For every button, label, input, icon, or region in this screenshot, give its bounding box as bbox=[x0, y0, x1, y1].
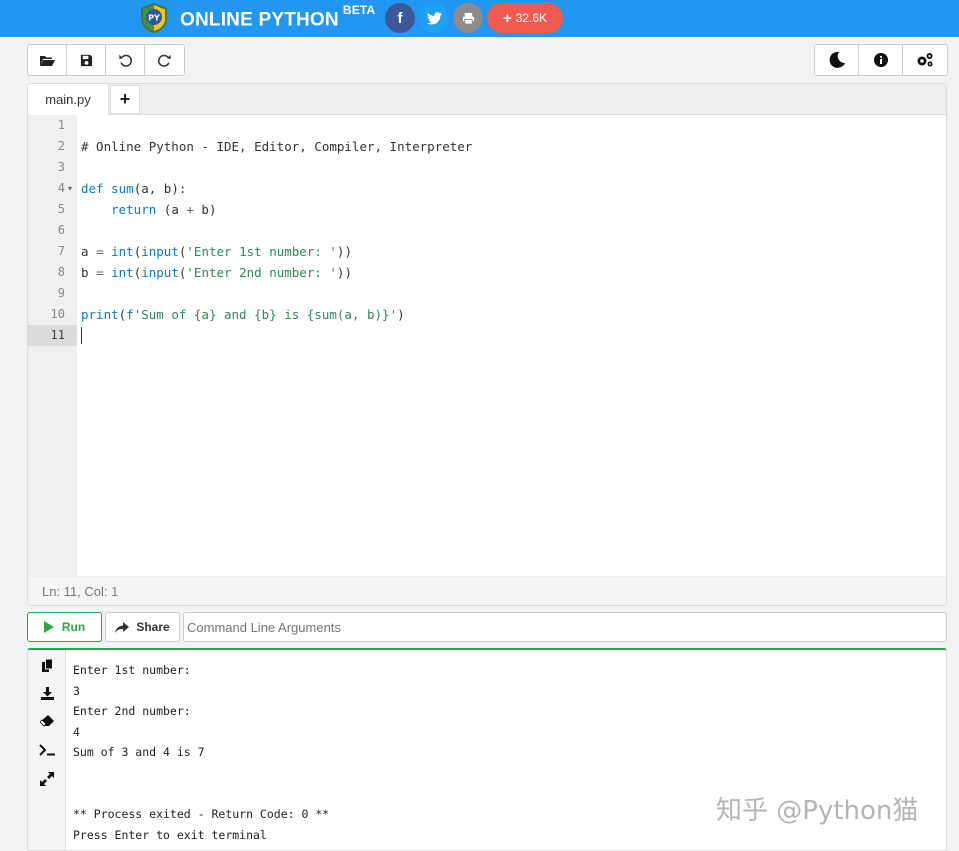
terminal-icon bbox=[39, 744, 55, 756]
fold-arrow-icon[interactable]: ▾ bbox=[68, 178, 72, 199]
download-icon bbox=[41, 687, 54, 700]
terminal-toolbar bbox=[28, 650, 66, 850]
run-button[interactable]: Run bbox=[27, 612, 102, 642]
share-arrow-icon bbox=[115, 622, 129, 633]
add-tab-button[interactable]: + bbox=[110, 85, 140, 114]
terminal-mode-button[interactable] bbox=[28, 738, 66, 762]
expand-terminal-button[interactable] bbox=[28, 767, 66, 791]
code-line[interactable]: b = int(input('Enter 2nd number: ')) bbox=[81, 262, 352, 283]
tab-bar: main.py + bbox=[28, 84, 946, 115]
svg-text:PY: PY bbox=[148, 14, 160, 23]
line-number: 4 bbox=[27, 178, 65, 199]
print-icon bbox=[462, 12, 475, 25]
clear-output-button[interactable] bbox=[28, 709, 66, 733]
share-count: 32.6K bbox=[516, 11, 547, 25]
eraser-icon bbox=[40, 715, 54, 727]
cursor-status: Ln: 11, Col: 1 bbox=[28, 576, 946, 605]
run-label: Run bbox=[62, 620, 85, 634]
output-line: Sum of 3 and 4 is 7 bbox=[73, 742, 205, 762]
output-line: ** Process exited - Return Code: 0 ** bbox=[73, 804, 329, 824]
save-button[interactable] bbox=[67, 45, 106, 75]
info-icon bbox=[874, 53, 888, 67]
output-line: 4 bbox=[73, 722, 80, 742]
top-bar: PY ONLINE PYTHONBETA f + 32.6K bbox=[0, 0, 959, 37]
brand-name: ONLINE PYTHON bbox=[180, 9, 339, 30]
copy-output-button[interactable] bbox=[28, 653, 66, 677]
line-number: 2 bbox=[27, 136, 65, 157]
file-toolbar bbox=[27, 44, 185, 76]
output-line: 3 bbox=[73, 681, 80, 701]
line-number: 9 bbox=[27, 283, 65, 304]
code-line[interactable]: a = int(input('Enter 1st number: ')) bbox=[81, 241, 352, 262]
info-button[interactable] bbox=[859, 45, 903, 75]
folder-open-icon bbox=[39, 54, 55, 67]
print-button[interactable] bbox=[453, 3, 483, 33]
tab-main-py[interactable]: main.py bbox=[28, 84, 109, 115]
download-output-button[interactable] bbox=[28, 681, 66, 705]
line-number: 3 bbox=[27, 157, 65, 178]
open-file-button[interactable] bbox=[28, 45, 67, 75]
output-line: Enter 2nd number: bbox=[73, 701, 191, 721]
line-number-active: 11 bbox=[28, 325, 77, 346]
line-number: 10 bbox=[27, 304, 65, 325]
code-line[interactable]: print(f'Sum of {a} and {b} is {sum(a, b)… bbox=[81, 304, 405, 325]
twitter-icon bbox=[427, 12, 442, 25]
save-icon bbox=[80, 54, 93, 67]
code-editor[interactable]: main.py + 1 2 3 4 ▾ 5 6 7 8 9 10 11 # On… bbox=[27, 83, 947, 606]
code-line[interactable]: def sum(a, b): bbox=[81, 178, 186, 199]
command-line-arguments-input[interactable] bbox=[183, 612, 947, 642]
line-number: 6 bbox=[27, 220, 65, 241]
undo-icon bbox=[118, 53, 133, 67]
code-line[interactable]: return (a + b) bbox=[81, 199, 216, 220]
line-number-gutter: 1 2 3 4 ▾ 5 6 7 8 9 10 11 bbox=[28, 115, 77, 578]
share-label: Share bbox=[136, 620, 169, 634]
output-line: Enter 1st number: bbox=[73, 660, 191, 680]
redo-button[interactable] bbox=[145, 45, 184, 75]
play-icon bbox=[44, 621, 54, 633]
output-line: Press Enter to exit terminal bbox=[73, 825, 267, 845]
expand-icon bbox=[40, 772, 54, 786]
text-cursor bbox=[81, 327, 82, 344]
line-number: 5 bbox=[27, 199, 65, 220]
code-line[interactable]: # Online Python - IDE, Editor, Compiler,… bbox=[81, 136, 472, 157]
line-number: 8 bbox=[27, 262, 65, 283]
twitter-share-button[interactable] bbox=[419, 3, 449, 33]
share-button[interactable]: Share bbox=[105, 612, 180, 642]
undo-button[interactable] bbox=[106, 45, 145, 75]
line-number: 1 bbox=[27, 115, 65, 136]
python-logo-icon[interactable]: PY bbox=[137, 1, 171, 35]
brand-title[interactable]: ONLINE PYTHONBETA bbox=[180, 7, 375, 31]
moon-icon bbox=[828, 51, 846, 69]
dark-mode-button[interactable] bbox=[815, 45, 859, 75]
facebook-icon: f bbox=[398, 10, 403, 27]
watermark: 知乎 @Python猫 bbox=[716, 790, 918, 827]
line-number: 7 bbox=[27, 241, 65, 262]
plus-icon: + bbox=[503, 10, 512, 27]
facebook-share-button[interactable]: f bbox=[385, 3, 415, 33]
redo-icon bbox=[157, 53, 172, 67]
beta-badge: BETA bbox=[343, 3, 376, 17]
share-count-button[interactable]: + 32.6K bbox=[487, 3, 563, 33]
settings-toolbar bbox=[814, 44, 948, 76]
settings-button[interactable] bbox=[903, 45, 947, 75]
copy-icon bbox=[42, 659, 53, 672]
settings-icon bbox=[916, 52, 934, 68]
